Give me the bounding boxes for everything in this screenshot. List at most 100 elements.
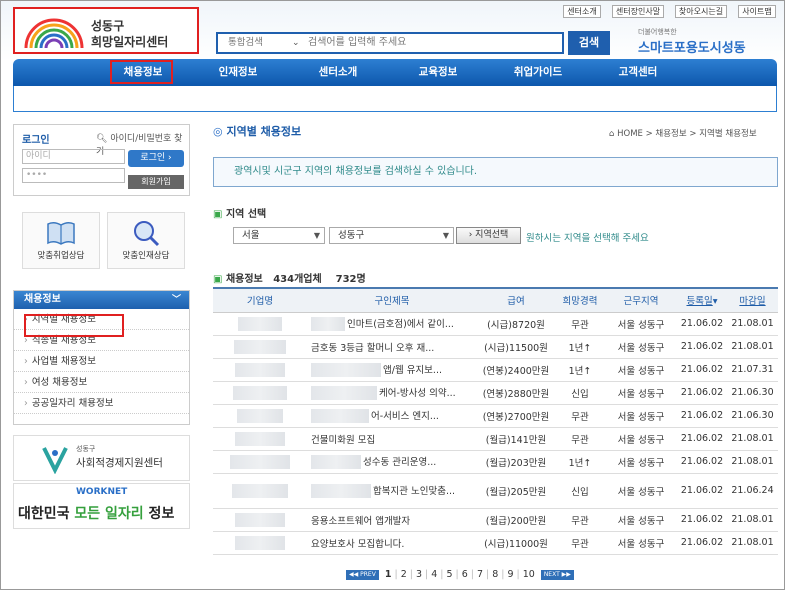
top-link-center-intro[interactable]: 센터소개 bbox=[563, 5, 601, 18]
quick-job-counsel-label: 맞춤취업상담 bbox=[37, 251, 85, 261]
cell-company bbox=[213, 427, 307, 451]
worknet-banner[interactable]: WORKNET 대한민국 모든 일자리 정보 bbox=[13, 483, 190, 529]
magnifier-icon bbox=[134, 221, 160, 247]
table-row[interactable]: 응용소프트웨어 앱개발자 (월급)200만원 무관 서울 성동구 21.06.02 21.… bbox=[213, 508, 778, 532]
redacted-company-name bbox=[234, 339, 286, 354]
cell-registered: 21.06.02 bbox=[677, 531, 727, 555]
col-deadline[interactable]: 마감일 bbox=[727, 287, 778, 313]
table-row[interactable]: 금호동 3등급 할머니 오후 재... (시급)11500원 1년↑ 서울 성동구 21… bbox=[213, 335, 778, 359]
page-number[interactable]: 5 bbox=[446, 569, 452, 580]
cell-title[interactable]: 케어-방사성 의약... bbox=[307, 381, 477, 405]
city-brand[interactable]: 더불어행복한 스마트포용도시성동 bbox=[638, 25, 758, 57]
cell-career: 무관 bbox=[555, 531, 605, 555]
social-economy-logo-icon bbox=[42, 447, 68, 474]
top-link-sitemap[interactable]: 사이트맵 bbox=[738, 5, 776, 18]
redacted-text bbox=[311, 484, 371, 499]
table-row[interactable]: 앱/웹 유지보... (연봉)2400만원 1년↑ 서울 성동구 21.06.02 21.… bbox=[213, 358, 778, 382]
page-number[interactable]: 4 bbox=[431, 569, 437, 580]
worknet-logo: WORKNET bbox=[76, 487, 128, 497]
top-link-greeting[interactable]: 센터장인사말 bbox=[612, 5, 664, 18]
cell-registered: 21.06.02 bbox=[677, 508, 727, 532]
page-number[interactable]: 9 bbox=[507, 569, 513, 580]
region-select-district[interactable]: 성동구 ▼ bbox=[329, 227, 454, 244]
cell-title[interactable]: 인마트(금호점)에서 같이... bbox=[307, 312, 477, 336]
password-input[interactable]: •••• bbox=[22, 168, 125, 183]
table-row[interactable]: 합복지관 노인맞춤... (월급)205만원 신입 서울 성동구 21.06.02 21.… bbox=[213, 473, 778, 509]
page-number[interactable]: 2 bbox=[401, 569, 407, 580]
region-select-button[interactable]: › 지역선택 bbox=[456, 227, 521, 244]
nav-item-guide[interactable]: 취업가이드 bbox=[503, 59, 573, 86]
page-number[interactable]: 10 bbox=[523, 569, 535, 580]
cell-title[interactable]: 앱/웹 유지보... bbox=[307, 358, 477, 382]
table-row[interactable]: 인마트(금호점)에서 같이... (시급)8720원 무관 서울 성동구 21.06.0… bbox=[213, 312, 778, 336]
chevron-down-icon: ▼ bbox=[442, 231, 449, 240]
col-registered-label: 등록일 bbox=[686, 296, 713, 308]
cell-title[interactable]: 성수동 관리운영... bbox=[307, 450, 477, 474]
page-separator: | bbox=[501, 569, 505, 580]
search-button[interactable]: 검색 bbox=[568, 31, 610, 55]
sub-nav bbox=[13, 86, 777, 112]
nav-item-talent[interactable]: 인재정보 bbox=[208, 59, 268, 86]
search-input[interactable]: 검색어를 입력해 주세요 bbox=[308, 34, 406, 52]
table-row[interactable]: 요양보호사 모집합니다. (시급)11000원 무관 서울 성동구 21.06.02 21… bbox=[213, 531, 778, 555]
side-item-label: 공공일자리 채용정보 bbox=[31, 398, 114, 409]
cell-career: 무관 bbox=[555, 427, 605, 451]
cell-title[interactable]: 응용소프트웨어 앱개발자 bbox=[307, 508, 477, 532]
site-logo[interactable]: 성동구 희망일자리센터 bbox=[13, 7, 199, 54]
quick-talent-counsel[interactable]: 맞춤인재상담 bbox=[107, 212, 185, 269]
join-button[interactable]: 회원가입 bbox=[128, 175, 184, 189]
cell-deadline: 21.06.30 bbox=[727, 404, 778, 428]
top-link-directions[interactable]: 찾아오시는길 bbox=[675, 5, 727, 18]
slogan-part-c: 정보 bbox=[143, 506, 175, 522]
table-row[interactable]: 케어-방사성 의약... (연봉)2880만원 신입 서울 성동구 21.06.02 21… bbox=[213, 381, 778, 405]
id-input[interactable]: 아이디 bbox=[22, 149, 125, 164]
cell-career: 무관 bbox=[555, 508, 605, 532]
active-nav-highlight bbox=[110, 60, 173, 84]
worknet-slogan: 대한민국 모든 일자리 정보 bbox=[18, 503, 174, 523]
cell-title[interactable]: 합복지관 노인맞춤... bbox=[307, 473, 477, 509]
page-number[interactable]: 7 bbox=[477, 569, 483, 580]
redacted-company-name bbox=[232, 483, 288, 498]
nav-item-center[interactable]: 센터소개 bbox=[308, 59, 368, 86]
prev-button[interactable]: ◀◀ PREV bbox=[346, 569, 379, 580]
social-economy-banner[interactable]: 성동구 사회적경제지원센터 bbox=[13, 435, 190, 481]
nav-item-education[interactable]: 교육정보 bbox=[408, 59, 468, 86]
page-number[interactable]: 6 bbox=[462, 569, 468, 580]
nav-item-support[interactable]: 고객센터 bbox=[608, 59, 668, 86]
page-separator: | bbox=[424, 569, 429, 580]
cell-title[interactable]: 어-서비스 엔지... bbox=[307, 404, 477, 428]
table-row[interactable]: 어-서비스 엔지... (연봉)2700만원 무관 서울 성동구 21.06.02 21.… bbox=[213, 404, 778, 428]
play-icon: › bbox=[468, 230, 473, 240]
region-select-city[interactable]: 서울 ▼ bbox=[233, 227, 325, 244]
cell-title[interactable]: 건물미화원 모집 bbox=[307, 427, 477, 451]
page-number[interactable]: 1 bbox=[385, 569, 392, 580]
side-item-public[interactable]: › 공공일자리 채용정보 bbox=[14, 393, 189, 414]
job-title-text: 건물미화원 모집 bbox=[311, 434, 376, 446]
cell-title[interactable]: 금호동 3등급 할머니 오후 재... bbox=[307, 335, 477, 359]
cell-deadline: 21.06.24 bbox=[727, 473, 778, 509]
side-item-women[interactable]: › 여성 채용정보 bbox=[14, 372, 189, 393]
page-number[interactable]: 8 bbox=[492, 569, 498, 580]
table-row[interactable]: 건물미화원 모집 (월급)141만원 무관 서울 성동구 21.06.02 21.08.0… bbox=[213, 427, 778, 451]
col-career: 희망경력 bbox=[555, 287, 605, 313]
page-number[interactable]: 3 bbox=[416, 569, 422, 580]
quick-job-counsel[interactable]: 맞춤취업상담 bbox=[22, 212, 100, 269]
login-button[interactable]: 로그인 › bbox=[128, 150, 184, 167]
table-row[interactable]: 성수동 관리운영... (월급)203만원 1년↑ 서울 성동구 21.06.02 21.… bbox=[213, 450, 778, 474]
side-menu: 채용정보 ﹀ › 지역별 채용정보 › 직종별 채용정보 › 사업별 채용정보 › 여성 … bbox=[13, 290, 190, 425]
banner1-small: 성동구 bbox=[76, 445, 96, 453]
chevron-down-icon: ▼ bbox=[313, 231, 320, 240]
cell-title[interactable]: 요양보호사 모집합니다. bbox=[307, 531, 477, 555]
cell-registered: 21.06.02 bbox=[677, 335, 727, 359]
side-item-business[interactable]: › 사업별 채용정보 bbox=[14, 351, 189, 372]
next-button[interactable]: NEXT ▶▶ bbox=[540, 569, 574, 580]
col-registered[interactable]: 등록일▾ bbox=[677, 287, 727, 313]
cell-company bbox=[213, 358, 307, 382]
job-title-text: 합복지관 노인맞춤... bbox=[373, 485, 455, 497]
cell-registered: 21.06.02 bbox=[677, 450, 727, 474]
col-area: 근무지역 bbox=[605, 287, 677, 313]
cell-career: 1년↑ bbox=[555, 335, 605, 359]
page-separator: | bbox=[440, 569, 444, 580]
col-title: 구인제목 bbox=[307, 287, 477, 313]
active-side-highlight bbox=[24, 314, 124, 337]
